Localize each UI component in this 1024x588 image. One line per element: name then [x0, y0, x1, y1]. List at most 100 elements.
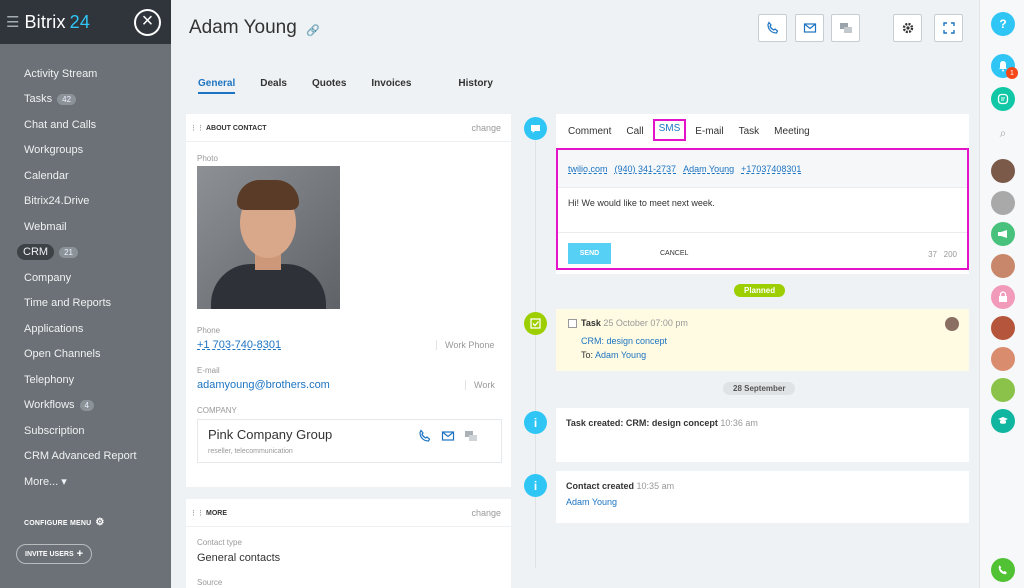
tab-deals[interactable]: Deals [260, 78, 287, 94]
contact-link[interactable]: Adam Young [566, 497, 617, 507]
chat-button[interactable] [831, 14, 860, 42]
sidebar-item-calendar[interactable]: Calendar [0, 163, 171, 189]
sms-message-input[interactable]: Hi! We would like to meet next week. [568, 198, 715, 208]
tab-history[interactable]: History [458, 78, 492, 94]
sidebar-item-time-reports[interactable]: Time and Reports [0, 291, 171, 317]
link-icon[interactable]: 🔗 [306, 24, 320, 37]
sidebar-item-activity-stream[interactable]: Activity Stream [0, 61, 171, 87]
left-sidebar: ☰ Bitrix 24 × Activity Stream Tasks 42 Cha… [0, 0, 171, 588]
tab-comment[interactable]: Comment [568, 124, 611, 141]
tab-task[interactable]: Task [739, 124, 760, 141]
tab-invoices[interactable]: Invoices [371, 78, 411, 94]
tab-sms[interactable]: SMS [652, 119, 687, 141]
cancel-button[interactable]: CANCEL [660, 250, 688, 257]
brand-logo[interactable]: Bitrix 24 [24, 12, 90, 33]
sidebar-item-crm-report[interactable]: CRM Advanced Report [0, 444, 171, 470]
sidebar-item-drive[interactable]: Bitrix24.Drive [0, 189, 171, 215]
sidebar-item-tasks[interactable]: Tasks 42 [0, 87, 171, 113]
call-button[interactable] [758, 14, 787, 42]
info-icon: i [524, 411, 547, 434]
sms-sender-select[interactable]: (940) 341-2737 [615, 164, 677, 174]
change-button[interactable]: change [471, 508, 501, 518]
envelope-icon [803, 23, 816, 33]
avatar[interactable] [991, 254, 1015, 278]
sidebar-item-crm[interactable]: CRM 21 [0, 240, 171, 266]
sidebar-item-open-channels[interactable]: Open Channels [0, 342, 171, 368]
configure-menu-button[interactable]: CONFIGURE MENU ⚙ [24, 517, 105, 528]
sidebar-item-company[interactable]: Company [0, 265, 171, 291]
company-name[interactable]: Pink Company Group [208, 427, 332, 442]
phone-icon [998, 565, 1007, 575]
group-avatar[interactable] [991, 378, 1015, 402]
sidebar-item-more[interactable]: More... ▾ [0, 469, 171, 495]
task-complete-checkbox[interactable] [568, 319, 577, 328]
change-button[interactable]: change [471, 123, 501, 133]
sms-form: twilio.com (940) 341-2737 Adam Young +17… [556, 148, 969, 270]
sms-provider-select[interactable]: twilio.com [568, 164, 608, 174]
contact-tabs: General Deals Quotes Invoices History [198, 78, 518, 94]
group-chat-icon[interactable] [991, 222, 1015, 246]
sidebar-item-chat[interactable]: Chat and Calls [0, 112, 171, 138]
tab-email[interactable]: E-mail [695, 124, 723, 141]
task-assignee-link[interactable]: Adam Young [595, 350, 646, 360]
lock-icon[interactable] [991, 285, 1015, 309]
open-channel-icon[interactable] [991, 409, 1015, 433]
phone-icon[interactable] [418, 429, 432, 443]
counter-badge: 42 [57, 93, 77, 105]
sms-recipient-select[interactable]: Adam Young [683, 164, 734, 174]
help-button[interactable]: ? [991, 12, 1015, 36]
chat-icon[interactable] [464, 429, 478, 443]
phone-type: Work Phone [436, 340, 494, 350]
email-button[interactable] [795, 14, 824, 42]
company-description: reseller, telecommunication [208, 448, 293, 455]
messenger-button[interactable] [991, 87, 1015, 111]
envelope-icon[interactable] [441, 429, 455, 443]
phone-link[interactable]: +1 703-740-8301 [197, 339, 281, 351]
sidebar-item-webmail[interactable]: Webmail [0, 214, 171, 240]
drag-handle-icon[interactable]: ⋮⋮ [190, 510, 204, 517]
event-title: Task created: CRM: design concept [566, 418, 718, 428]
avatar[interactable] [991, 191, 1015, 215]
notification-count: 1 [1006, 67, 1018, 79]
gear-icon [902, 22, 913, 34]
search-icon[interactable]: ⌕ [991, 121, 1015, 145]
sidebar-item-workflows[interactable]: Workflows 4 [0, 393, 171, 419]
drag-handle-icon[interactable]: ⋮⋮ [190, 125, 204, 132]
planned-label: Planned [734, 284, 786, 297]
planned-task-item: Task 25 October 07:00 pm CRM: design con… [556, 309, 969, 371]
sidebar-menu: Activity Stream Tasks 42 Chat and Calls W… [0, 61, 171, 495]
tab-general[interactable]: General [198, 78, 236, 94]
tab-meeting[interactable]: Meeting [774, 124, 810, 141]
timeline-line [535, 128, 536, 568]
sidebar-item-telephony[interactable]: Telephony [0, 367, 171, 393]
menu-icon[interactable]: ☰ [6, 15, 19, 30]
close-slider-button[interactable]: × [134, 9, 161, 36]
sidebar-item-subscription[interactable]: Subscription [0, 418, 171, 444]
more-card: ⋮⋮ MORE change Contact type General conta… [186, 499, 511, 588]
settings-button[interactable] [893, 14, 922, 42]
tab-call[interactable]: Call [626, 124, 643, 141]
sms-recipient-number[interactable]: +17037408301 [741, 164, 801, 174]
send-button[interactable]: SEND [568, 243, 611, 264]
history-item: Contact created 10:35 am Adam Young [556, 471, 969, 523]
card-title: MORE [206, 509, 227, 517]
contact-type-label: Contact type [197, 538, 242, 547]
about-contact-card: ⋮⋮ ABOUT CONTACT change Photo Phone +1 70… [186, 114, 511, 487]
phone-label: Phone [197, 326, 221, 335]
contact-photo[interactable] [197, 166, 340, 309]
expand-button[interactable] [934, 14, 963, 42]
email-link[interactable]: adamyoung@brothers.com [197, 379, 330, 391]
sidebar-item-applications[interactable]: Applications [0, 316, 171, 342]
invite-users-button[interactable]: INVITE USERS + [16, 544, 93, 564]
phone-call-button[interactable] [991, 558, 1015, 582]
tab-quotes[interactable]: Quotes [312, 78, 346, 94]
avatar[interactable] [991, 347, 1015, 371]
company-card[interactable]: Pink Company Group reseller, telecommuni… [197, 419, 502, 463]
avatar[interactable] [991, 159, 1015, 183]
chat-icon [839, 23, 852, 33]
avatar[interactable] [945, 317, 959, 331]
task-link[interactable]: CRM: design concept [581, 336, 667, 346]
avatar[interactable] [991, 316, 1015, 340]
sidebar-item-workgroups[interactable]: Workgroups [0, 138, 171, 164]
source-label: Source [197, 578, 223, 587]
